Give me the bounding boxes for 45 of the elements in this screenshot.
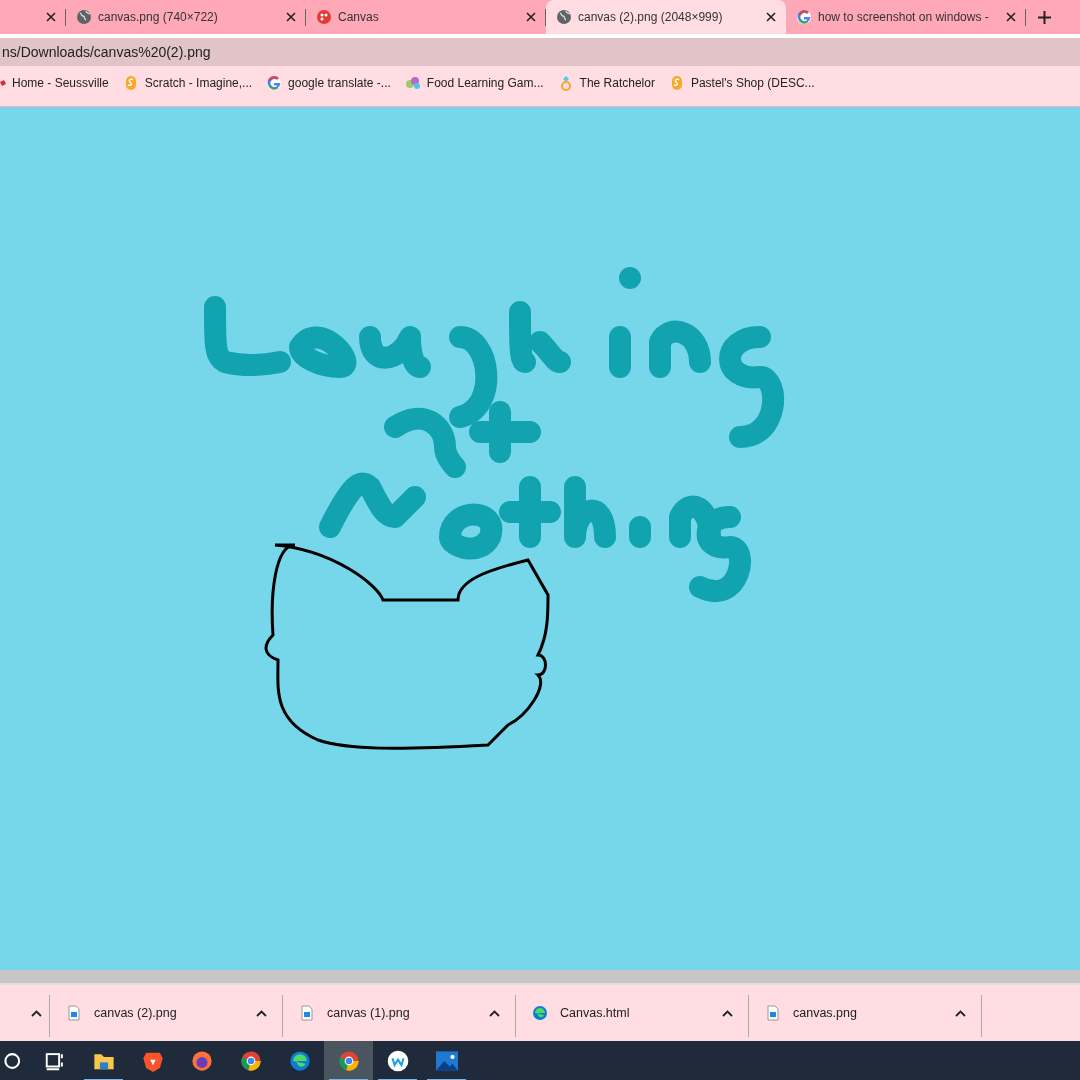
tab[interactable]: canvas (2).png (2048×999)	[546, 0, 786, 34]
globe-icon	[76, 9, 92, 25]
close-icon[interactable]	[1006, 12, 1016, 22]
caret-icon[interactable]	[31, 1009, 42, 1017]
new-tab-icon[interactable]	[1038, 10, 1051, 24]
bookmark[interactable]: Pastel's Shop (DESC...	[661, 74, 822, 92]
caret-icon[interactable]	[489, 1009, 500, 1017]
blocks-icon	[404, 75, 421, 91]
task-view-icon	[43, 1050, 66, 1072]
lion-icon	[141, 1050, 164, 1072]
download-item[interactable]: canvas (2).png	[50, 985, 283, 1041]
globe-icon	[556, 9, 572, 25]
bookmark[interactable]: google translate -...	[259, 74, 398, 92]
bookmark[interactable]: Food Learning Gam...	[397, 74, 551, 92]
caret-icon[interactable]	[256, 1009, 267, 1017]
caret-icon[interactable]	[722, 1009, 733, 1017]
address-url: ns/Downloads/canvas%20(2).png	[2, 42, 211, 62]
close-icon[interactable]	[46, 12, 56, 22]
image-file-icon	[66, 1005, 82, 1021]
edge-icon	[532, 1005, 548, 1021]
edge-icon	[288, 1050, 311, 1072]
pin-icon	[0, 80, 6, 86]
download-item[interactable]: Canvas.html	[516, 985, 749, 1041]
palette-icon	[316, 9, 332, 25]
w-logo-icon	[386, 1050, 409, 1072]
image-file-icon	[765, 1005, 781, 1021]
google-icon	[796, 9, 812, 25]
bookmark[interactable]: Home - Seussville	[0, 74, 116, 92]
tab[interactable]: how to screenshot on windows -	[786, 0, 1026, 34]
tab[interactable]: Canvas	[306, 0, 546, 34]
image-file-icon	[299, 1005, 315, 1021]
chrome-icon	[239, 1050, 262, 1072]
fox-icon	[190, 1050, 213, 1072]
download-item[interactable]: canvas.png	[749, 985, 982, 1041]
caret-icon[interactable]	[955, 1009, 966, 1017]
tab[interactable]: canvas.png (740×722)	[66, 0, 306, 34]
bookmark[interactable]: The Ratchelor	[550, 74, 662, 92]
photos-icon	[435, 1050, 458, 1072]
close-icon[interactable]	[286, 12, 296, 22]
chrome-icon	[337, 1050, 360, 1072]
close-icon[interactable]	[766, 12, 776, 22]
download-item[interactable]: canvas (1).png	[283, 985, 516, 1041]
bookmark[interactable]: Scratch - Imagine,...	[115, 74, 260, 92]
google-icon	[266, 75, 283, 91]
close-icon[interactable]	[526, 12, 536, 22]
